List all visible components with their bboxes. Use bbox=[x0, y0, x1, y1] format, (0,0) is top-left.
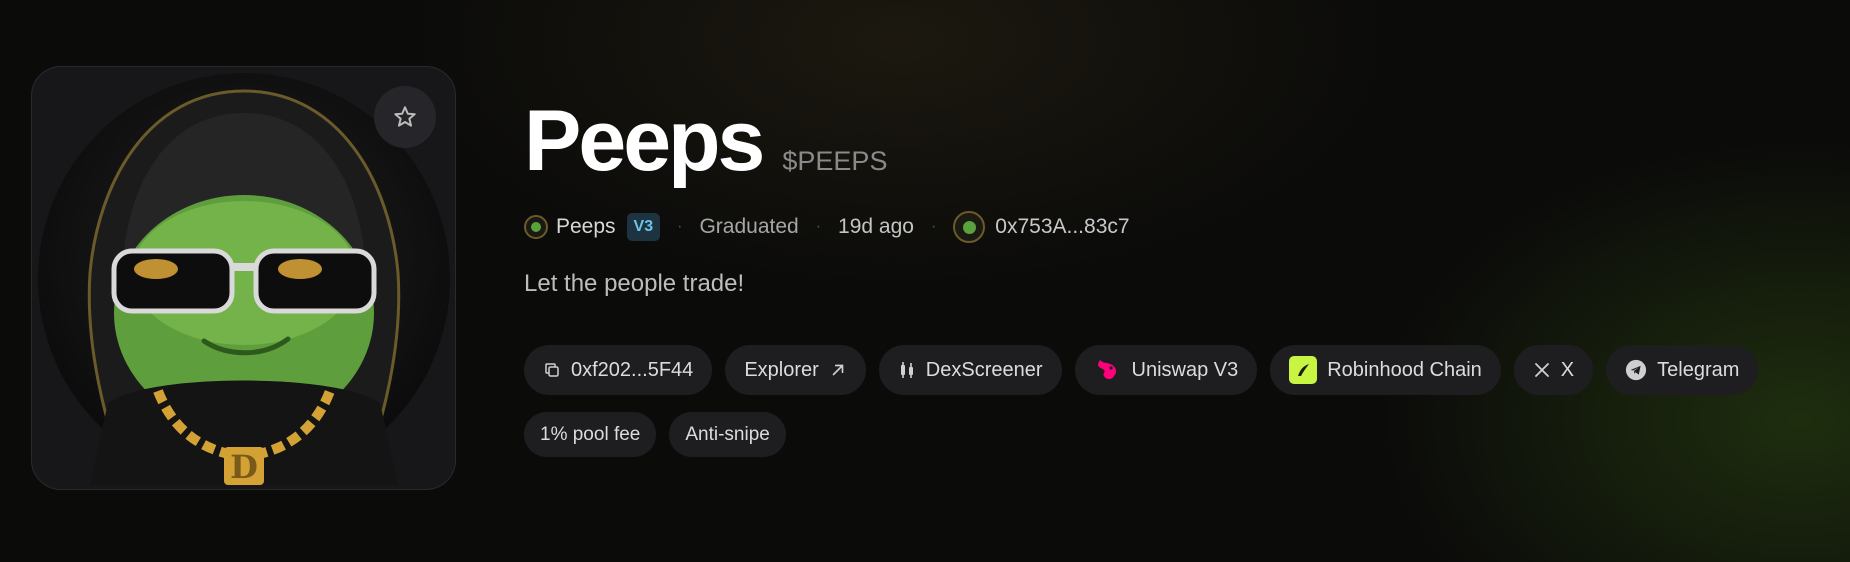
tag-chips: 1% pool fee Anti-snipe bbox=[524, 412, 786, 457]
token-meta-row: Peeps V3 · Graduated · 19d ago · 0x753A.… bbox=[524, 210, 1130, 244]
separator-dot: · bbox=[815, 218, 822, 235]
age-label: 19d ago bbox=[838, 215, 914, 238]
explorer-label: Explorer bbox=[744, 358, 819, 381]
token-description: Let the people trade! bbox=[524, 270, 745, 297]
deployer-address[interactable]: 0x753A...83c7 bbox=[995, 215, 1129, 239]
version-badge: V3 bbox=[626, 213, 661, 241]
copy-contract-button[interactable]: 0xf202...5F44 bbox=[524, 345, 713, 395]
uniswap-link[interactable]: Uniswap V3 bbox=[1074, 345, 1258, 395]
separator-dot: · bbox=[677, 218, 683, 235]
favorite-button[interactable] bbox=[374, 86, 436, 148]
robinhood-icon bbox=[1289, 356, 1318, 384]
link-chips: 0xf202...5F44 Explorer DexScreener Unisw… bbox=[524, 345, 1759, 395]
token-title-row: Peeps $PEEPS bbox=[524, 98, 887, 184]
star-icon bbox=[394, 106, 416, 127]
separator-dot: · bbox=[930, 218, 937, 235]
dexscreener-link[interactable]: DexScreener bbox=[878, 345, 1062, 395]
anti-snipe-label: Anti-snipe bbox=[685, 423, 770, 445]
status-label: Graduated bbox=[699, 215, 799, 238]
creator-name[interactable]: Peeps bbox=[556, 215, 616, 239]
token-name: Peeps bbox=[524, 93, 765, 189]
svg-text:D: D bbox=[230, 448, 258, 485]
anti-snipe-tag: Anti-snipe bbox=[669, 412, 786, 457]
uniswap-label: Uniswap V3 bbox=[1131, 358, 1239, 381]
pool-fee-tag: 1% pool fee bbox=[524, 412, 657, 457]
telegram-icon bbox=[1625, 359, 1647, 381]
telegram-link[interactable]: Telegram bbox=[1606, 345, 1759, 395]
chain-label: Robinhood Chain bbox=[1327, 358, 1482, 381]
creator-avatar bbox=[524, 215, 548, 239]
arrow-up-right-icon bbox=[829, 361, 847, 379]
pool-fee-label: 1% pool fee bbox=[540, 423, 641, 445]
token-ticker: $PEEPS bbox=[782, 146, 888, 176]
uniswap-icon bbox=[1094, 356, 1122, 384]
telegram-label: Telegram bbox=[1657, 358, 1740, 381]
chain-link[interactable]: Robinhood Chain bbox=[1270, 345, 1501, 395]
x-logo-icon bbox=[1533, 361, 1551, 379]
dexscreener-icon bbox=[898, 360, 916, 380]
explorer-link[interactable]: Explorer bbox=[725, 345, 866, 395]
copy-icon bbox=[543, 361, 561, 379]
x-label: X bbox=[1560, 358, 1575, 381]
contract-address: 0xf202...5F44 bbox=[571, 358, 694, 381]
x-link[interactable]: X bbox=[1513, 345, 1594, 395]
deployer-avatar bbox=[953, 211, 986, 243]
dexscreener-label: DexScreener bbox=[925, 358, 1043, 381]
